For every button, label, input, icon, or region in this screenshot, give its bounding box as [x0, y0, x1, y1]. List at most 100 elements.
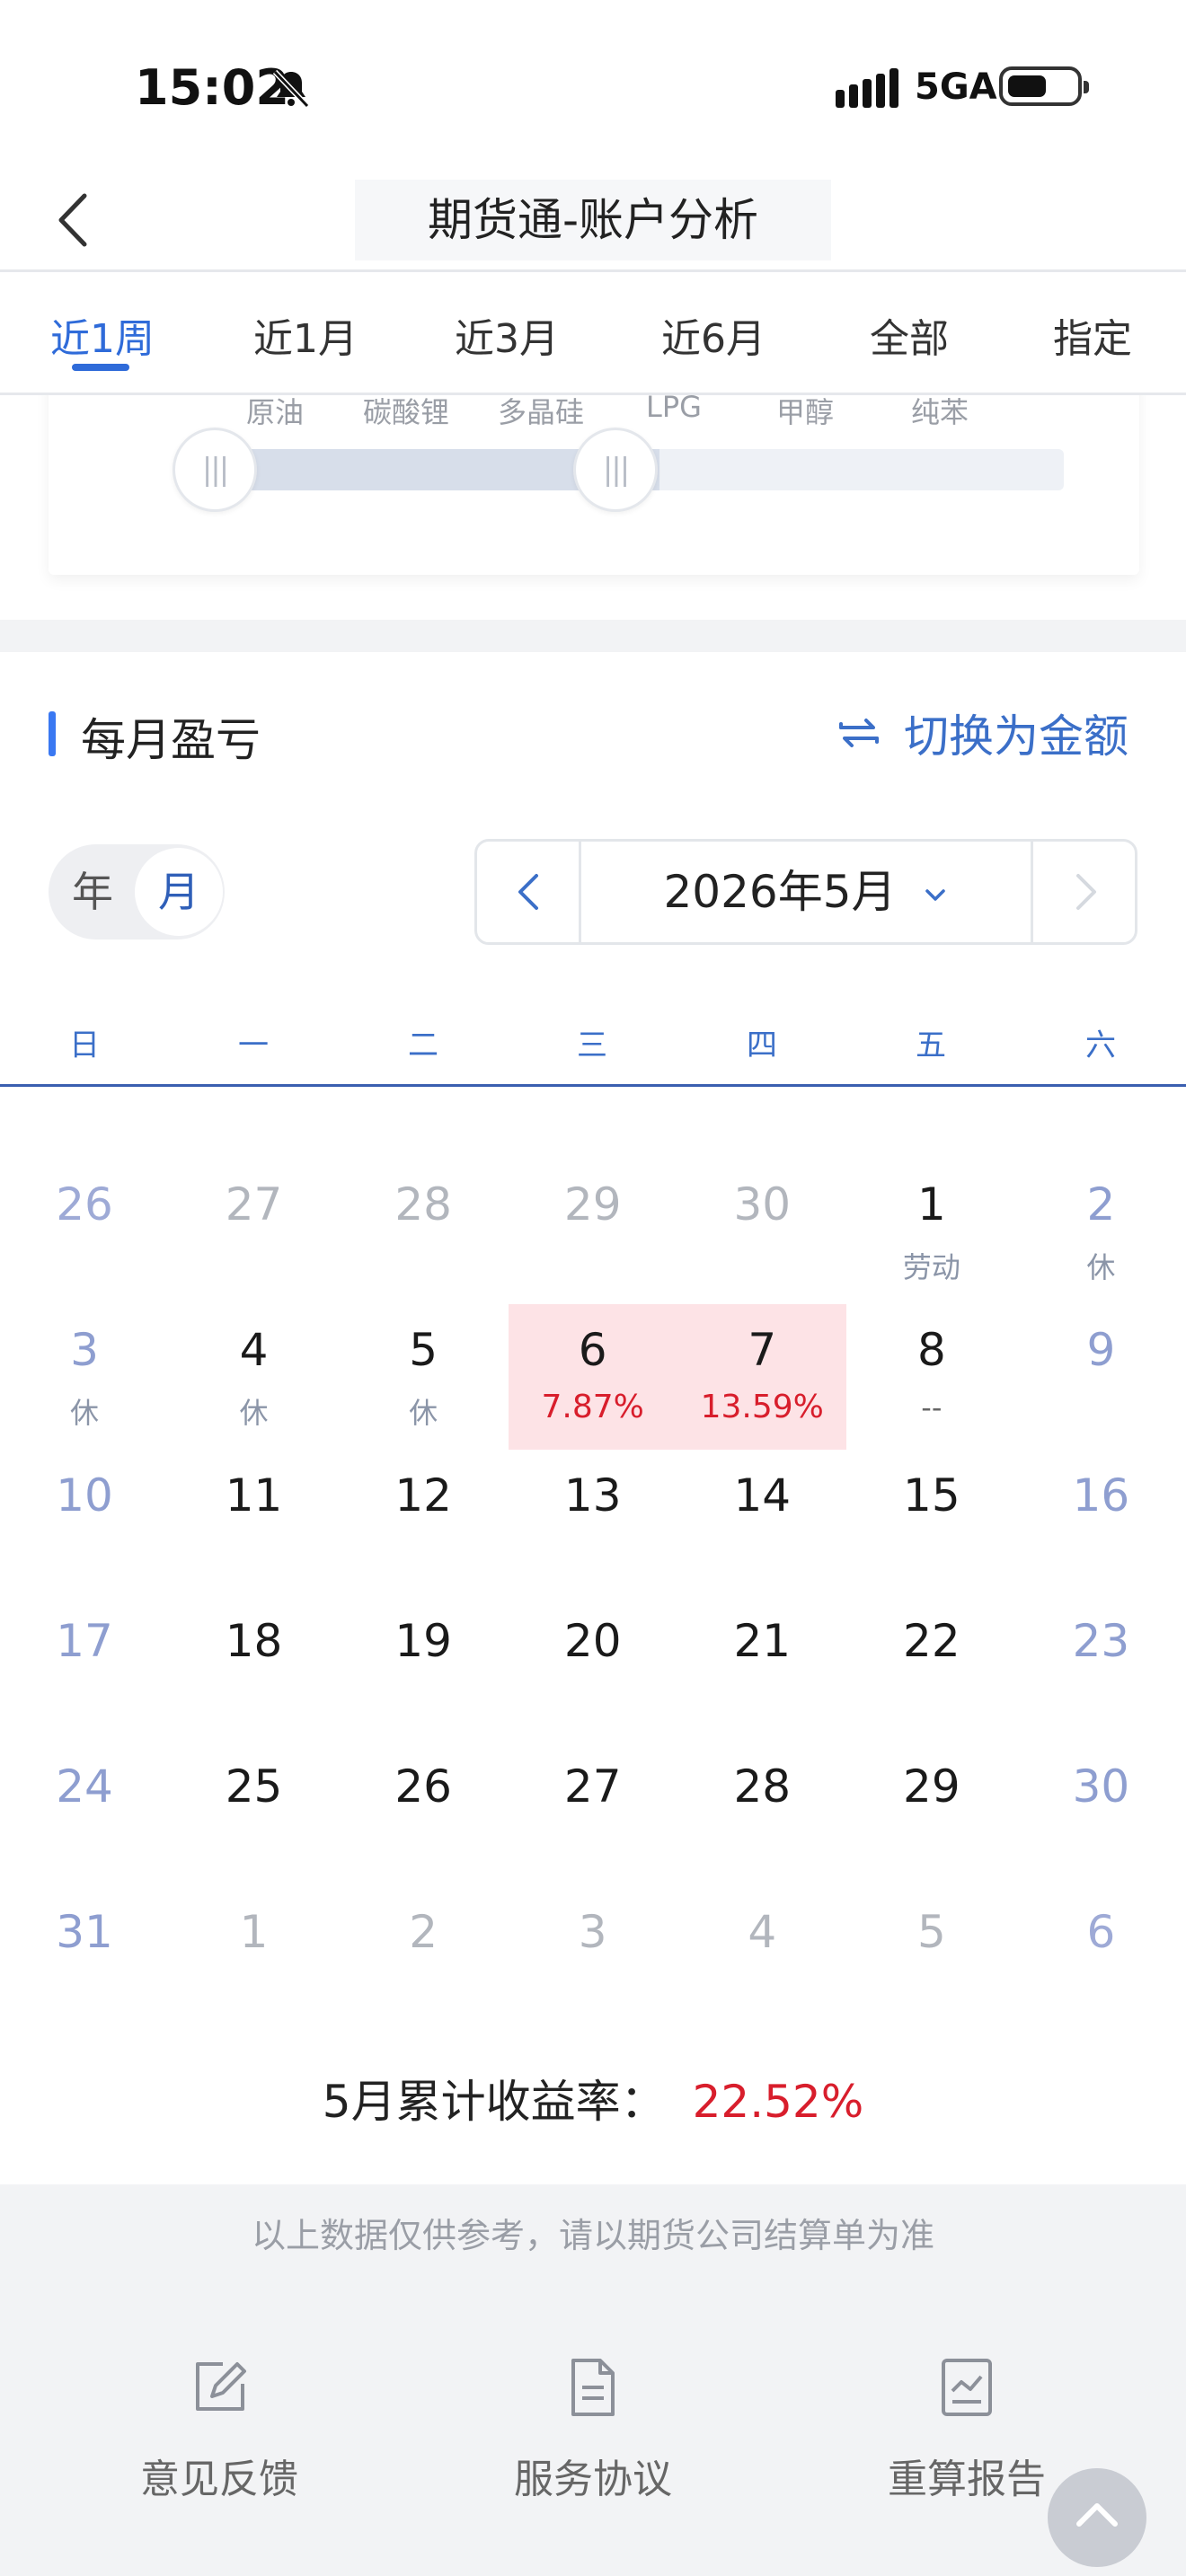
day-number: 23: [1072, 1615, 1130, 1667]
calendar-day-cell[interactable]: 13: [509, 1450, 677, 1595]
monthly-summary: 5月累计收益率： 22.52%: [0, 2066, 1186, 2130]
battery-icon: [999, 66, 1089, 106]
weekday-label: 二: [408, 1028, 438, 1063]
calendar-day-cell[interactable]: 4: [677, 1886, 846, 2032]
calendar-day-cell[interactable]: 2: [339, 1886, 508, 2032]
selected-month: 2026年5月: [663, 866, 897, 918]
day-number: 1: [916, 1178, 946, 1231]
calendar-day-cell[interactable]: 28: [677, 1741, 846, 1886]
calendar-day-cell[interactable]: 28: [339, 1159, 508, 1304]
calendar-day-cell[interactable]: 5: [847, 1886, 1016, 2032]
calendar-day-cell[interactable]: 16: [1016, 1450, 1185, 1595]
day-number: 15: [903, 1469, 960, 1522]
day-number: 5: [409, 1324, 438, 1376]
calendar-day-cell[interactable]: 20: [509, 1595, 677, 1741]
page-title: 期货通-账户分析: [355, 180, 831, 260]
back-icon[interactable]: [50, 189, 95, 251]
toggle-year[interactable]: 年: [49, 844, 137, 940]
calendar-day-cell[interactable]: 8 --: [847, 1304, 1016, 1450]
day-holiday-tag: 休: [1086, 1250, 1116, 1284]
range-label: 纯苯: [911, 395, 969, 429]
weekday-label: 日: [69, 1028, 100, 1063]
report-icon: [942, 2359, 992, 2416]
calendar-day-cell[interactable]: 17: [0, 1595, 169, 1741]
calendar-day-cell[interactable]: 3休: [0, 1304, 169, 1450]
calendar-day-cell[interactable]: 7 13.59%: [677, 1304, 847, 1450]
calendar-day-cell[interactable]: 29: [847, 1741, 1016, 1886]
calendar-day-cell[interactable]: 14: [677, 1450, 846, 1595]
calendar-day-cell[interactable]: 26: [339, 1741, 508, 1886]
calendar-day-cell[interactable]: 22: [847, 1595, 1016, 1741]
calendar-day-cell[interactable]: 5休: [339, 1304, 508, 1450]
calendar-day-cell[interactable]: 18: [170, 1595, 339, 1741]
scroll-to-top-button[interactable]: [1048, 2468, 1146, 2567]
calendar-day-cell[interactable]: 25: [170, 1741, 339, 1886]
day-number: 14: [733, 1469, 792, 1522]
tab-3-months[interactable]: 近3月: [455, 306, 559, 364]
calendar-day-cell[interactable]: 11: [170, 1450, 339, 1595]
calendar-day-cell[interactable]: 26: [0, 1159, 169, 1304]
day-holiday-tag: 休: [239, 1396, 269, 1430]
calendar-day-cell[interactable]: 23: [1016, 1595, 1185, 1741]
calendar-day-cell[interactable]: 6 7.87%: [508, 1304, 677, 1450]
disclaimer-text: 以上数据仅供参考，请以期货公司结算单为准: [251, 2216, 934, 2255]
service-agreement-button[interactable]: 服务协议: [476, 2355, 710, 2504]
range-label: 原油: [246, 395, 305, 429]
day-number: 27: [563, 1760, 622, 1813]
network-type: 5GA: [915, 66, 997, 108]
arrow-up-icon: [1076, 2503, 1118, 2527]
calendar-day-cell[interactable]: 9: [1016, 1304, 1185, 1450]
calendar-day-cell[interactable]: 27: [170, 1159, 339, 1304]
day-no-data: --: [921, 1390, 943, 1425]
calendar-day-cell[interactable]: 30: [677, 1159, 846, 1304]
day-number: 22: [903, 1615, 960, 1667]
calendar-day-cell[interactable]: 19: [339, 1595, 508, 1741]
day-number: 19: [394, 1615, 452, 1667]
next-month-button[interactable]: [1031, 842, 1135, 942]
edit-icon: [196, 2362, 246, 2411]
feedback-button[interactable]: 意见反馈: [102, 2355, 336, 2504]
day-number: 2: [409, 1906, 438, 1958]
calendar-day-cell[interactable]: 1: [170, 1886, 339, 2032]
calendar-day-cell[interactable]: 21: [677, 1595, 846, 1741]
tab-6-months[interactable]: 近6月: [661, 306, 766, 364]
feedback-label: 意见反馈: [140, 2457, 298, 2502]
range-slider-end-handle[interactable]: |||: [573, 428, 658, 512]
monthly-pnl-header: 每月盈亏 切换为金额: [0, 701, 1186, 766]
calendar-day-cell[interactable]: 4休: [170, 1304, 339, 1450]
day-number: 31: [56, 1906, 113, 1958]
tab-1-month[interactable]: 近1月: [253, 306, 358, 364]
calendar-day-cell[interactable]: 12: [339, 1450, 508, 1595]
calendar-day-cell[interactable]: 30: [1016, 1741, 1185, 1886]
section-title: 每月盈亏: [81, 714, 261, 766]
calendar-day-cell[interactable]: 31: [0, 1886, 169, 2032]
day-number: 18: [225, 1615, 283, 1667]
day-holiday-tag: 劳动: [902, 1250, 960, 1284]
calendar-day-cell[interactable]: 3: [509, 1886, 677, 2032]
switch-to-amount-button[interactable]: 切换为金额: [836, 701, 1128, 765]
year-month-toggle: 年 月: [49, 844, 225, 940]
calendar-day-cell[interactable]: 24: [0, 1741, 169, 1886]
day-number: 29: [563, 1178, 622, 1231]
day-number: 4: [748, 1906, 777, 1958]
weekday-label: 四: [747, 1028, 777, 1063]
calendar-day-cell[interactable]: 2休: [1016, 1159, 1185, 1304]
toggle-month[interactable]: 月: [135, 848, 223, 936]
day-holiday-tag: 休: [409, 1396, 438, 1430]
tab-1-week[interactable]: 近1周: [50, 306, 155, 364]
weekday-label: 五: [916, 1028, 946, 1063]
calendar-day-cell[interactable]: 29: [509, 1159, 677, 1304]
calendar-day-cell[interactable]: 6: [1016, 1886, 1185, 2032]
calendar-day-cell[interactable]: 10: [0, 1450, 169, 1595]
calendar-day-cell[interactable]: 15: [847, 1450, 1016, 1595]
calendar-day-cell[interactable]: 1 劳动: [847, 1159, 1016, 1304]
day-number: 30: [1072, 1760, 1130, 1813]
range-slider-start-handle[interactable]: |||: [173, 428, 257, 512]
signal-icon: [836, 68, 898, 108]
calendar-day-cell[interactable]: 27: [509, 1741, 677, 1886]
tab-all[interactable]: 全部: [870, 306, 949, 364]
prev-month-button[interactable]: [477, 842, 581, 942]
day-number: 11: [225, 1469, 283, 1522]
month-selector[interactable]: 2026年5月: [581, 842, 1031, 942]
tab-custom[interactable]: 指定: [1053, 306, 1132, 364]
